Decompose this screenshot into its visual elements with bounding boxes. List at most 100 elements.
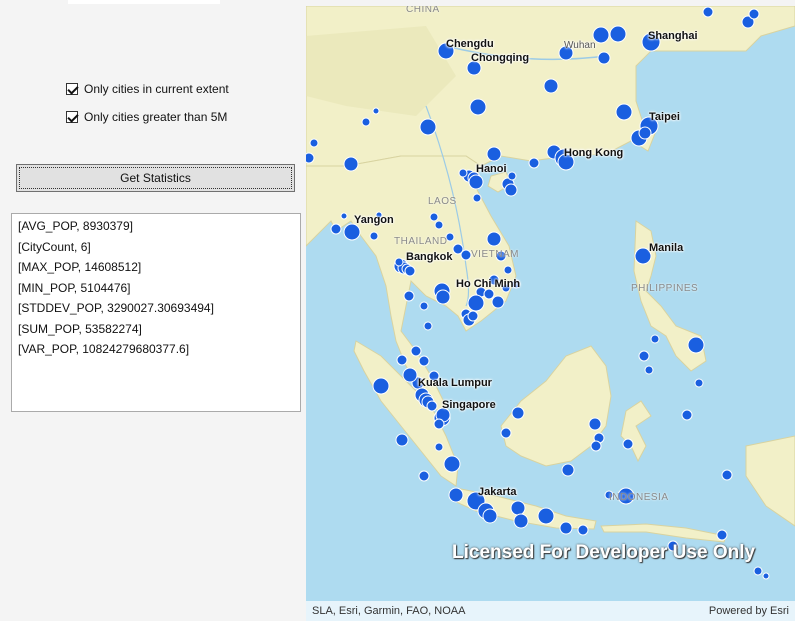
result-row[interactable]: [SUM_POP, 53582274]: [18, 319, 294, 340]
city-point[interactable]: [687, 336, 705, 354]
city-point[interactable]: [372, 377, 390, 395]
city-point[interactable]: [433, 418, 445, 430]
city-point[interactable]: [609, 25, 627, 43]
city-point[interactable]: [418, 355, 430, 367]
city-point[interactable]: [650, 334, 660, 344]
city-point[interactable]: [404, 265, 416, 277]
city-point[interactable]: [469, 98, 487, 116]
city-point[interactable]: [434, 442, 444, 452]
city-point[interactable]: [748, 8, 760, 20]
city-point[interactable]: [622, 438, 634, 450]
city-point[interactable]: [638, 350, 650, 362]
powered-by-text: Powered by Esri: [708, 605, 789, 617]
city-point[interactable]: [448, 487, 464, 503]
city-point[interactable]: [443, 455, 461, 473]
city-point[interactable]: [597, 51, 611, 65]
city-point[interactable]: [510, 500, 526, 516]
attribution-bar: SLA, Esri, Garmin, FAO, NOAA Powered by …: [306, 601, 795, 621]
city-point[interactable]: [762, 572, 770, 580]
city-point[interactable]: [483, 288, 495, 300]
city-point[interactable]: [615, 103, 633, 121]
city-point[interactable]: [504, 183, 518, 197]
city-point[interactable]: [423, 321, 433, 331]
city-point[interactable]: [590, 440, 602, 452]
city-point[interactable]: [369, 231, 379, 241]
left-panel: Only cities in current extent Only citie…: [0, 0, 306, 621]
result-row[interactable]: [AVG_POP, 8930379]: [18, 216, 294, 237]
city-point[interactable]: [361, 117, 371, 127]
result-row[interactable]: [MAX_POP, 14608512]: [18, 257, 294, 278]
city-point[interactable]: [330, 223, 342, 235]
city-point[interactable]: [434, 220, 444, 230]
result-row[interactable]: [CityCount, 6]: [18, 237, 294, 258]
city-point[interactable]: [468, 174, 484, 190]
city-point[interactable]: [396, 354, 408, 366]
city-point[interactable]: [638, 126, 652, 140]
city-point[interactable]: [694, 378, 704, 388]
city-point[interactable]: [343, 156, 359, 172]
population-option[interactable]: Only cities greater than 5M: [66, 110, 227, 124]
city-point[interactable]: [511, 406, 525, 420]
city-point[interactable]: [343, 223, 361, 241]
city-point[interactable]: [419, 301, 429, 311]
city-point[interactable]: [721, 469, 733, 481]
city-point[interactable]: [702, 6, 714, 18]
city-point[interactable]: [418, 470, 430, 482]
city-point[interactable]: [559, 521, 573, 535]
city-point[interactable]: [513, 513, 529, 529]
get-statistics-button[interactable]: Get Statistics: [16, 164, 295, 192]
city-label-taipei: Taipei: [649, 111, 680, 123]
attribution-text: SLA, Esri, Garmin, FAO, NOAA: [312, 605, 466, 617]
city-point[interactable]: [460, 249, 472, 261]
extent-option[interactable]: Only cities in current extent: [66, 82, 229, 96]
result-row[interactable]: [STDDEV_POP, 3290027.30693494]: [18, 298, 294, 319]
city-label-hongkong: Hong Kong: [564, 147, 624, 159]
city-point[interactable]: [716, 529, 728, 541]
extent-checkbox[interactable]: [66, 83, 78, 95]
city-point[interactable]: [467, 310, 479, 322]
statistics-results-list[interactable]: [AVG_POP, 8930379] [CityCount, 6] [MAX_P…: [11, 213, 301, 412]
city-point[interactable]: [426, 400, 438, 412]
map-view[interactable]: CHINA LAOS THAILAND VIETNAM PHILIPPINES …: [306, 6, 795, 621]
city-point[interactable]: [753, 566, 763, 576]
result-row[interactable]: [VAR_POP, 10824279680377.6]: [18, 339, 294, 360]
city-point[interactable]: [486, 146, 502, 162]
city-label-shanghai: Shanghai: [648, 30, 698, 42]
city-label-jakarta: Jakarta: [478, 486, 517, 498]
city-point[interactable]: [537, 507, 555, 525]
city-point[interactable]: [309, 138, 319, 148]
city-point[interactable]: [500, 427, 512, 439]
city-point[interactable]: [467, 294, 485, 312]
city-point[interactable]: [402, 367, 418, 383]
city-point[interactable]: [458, 168, 468, 178]
city-point[interactable]: [472, 193, 482, 203]
result-row[interactable]: [MIN_POP, 5104476]: [18, 278, 294, 299]
country-label-indonesia: INDONESIA: [609, 492, 669, 503]
population-checkbox-label[interactable]: Only cities greater than 5M: [84, 110, 227, 124]
city-point[interactable]: [395, 433, 409, 447]
extent-checkbox-label[interactable]: Only cities in current extent: [84, 82, 229, 96]
city-point[interactable]: [528, 157, 540, 169]
city-point[interactable]: [435, 289, 451, 305]
city-point[interactable]: [410, 345, 422, 357]
population-checkbox[interactable]: [66, 111, 78, 123]
city-point[interactable]: [340, 212, 348, 220]
city-point[interactable]: [403, 290, 415, 302]
city-point[interactable]: [491, 295, 505, 309]
country-label-china: CHINA: [406, 6, 440, 15]
city-point[interactable]: [561, 463, 575, 477]
city-point[interactable]: [543, 78, 559, 94]
city-point[interactable]: [394, 257, 404, 267]
city-point[interactable]: [681, 409, 693, 421]
city-point[interactable]: [429, 212, 439, 222]
city-point[interactable]: [644, 365, 654, 375]
city-point[interactable]: [486, 231, 502, 247]
city-point[interactable]: [482, 508, 498, 524]
city-point[interactable]: [507, 171, 517, 181]
city-point[interactable]: [503, 265, 513, 275]
city-point[interactable]: [419, 118, 437, 136]
city-point[interactable]: [588, 417, 602, 431]
city-point[interactable]: [306, 152, 315, 164]
city-point[interactable]: [372, 107, 380, 115]
city-point[interactable]: [577, 524, 589, 536]
